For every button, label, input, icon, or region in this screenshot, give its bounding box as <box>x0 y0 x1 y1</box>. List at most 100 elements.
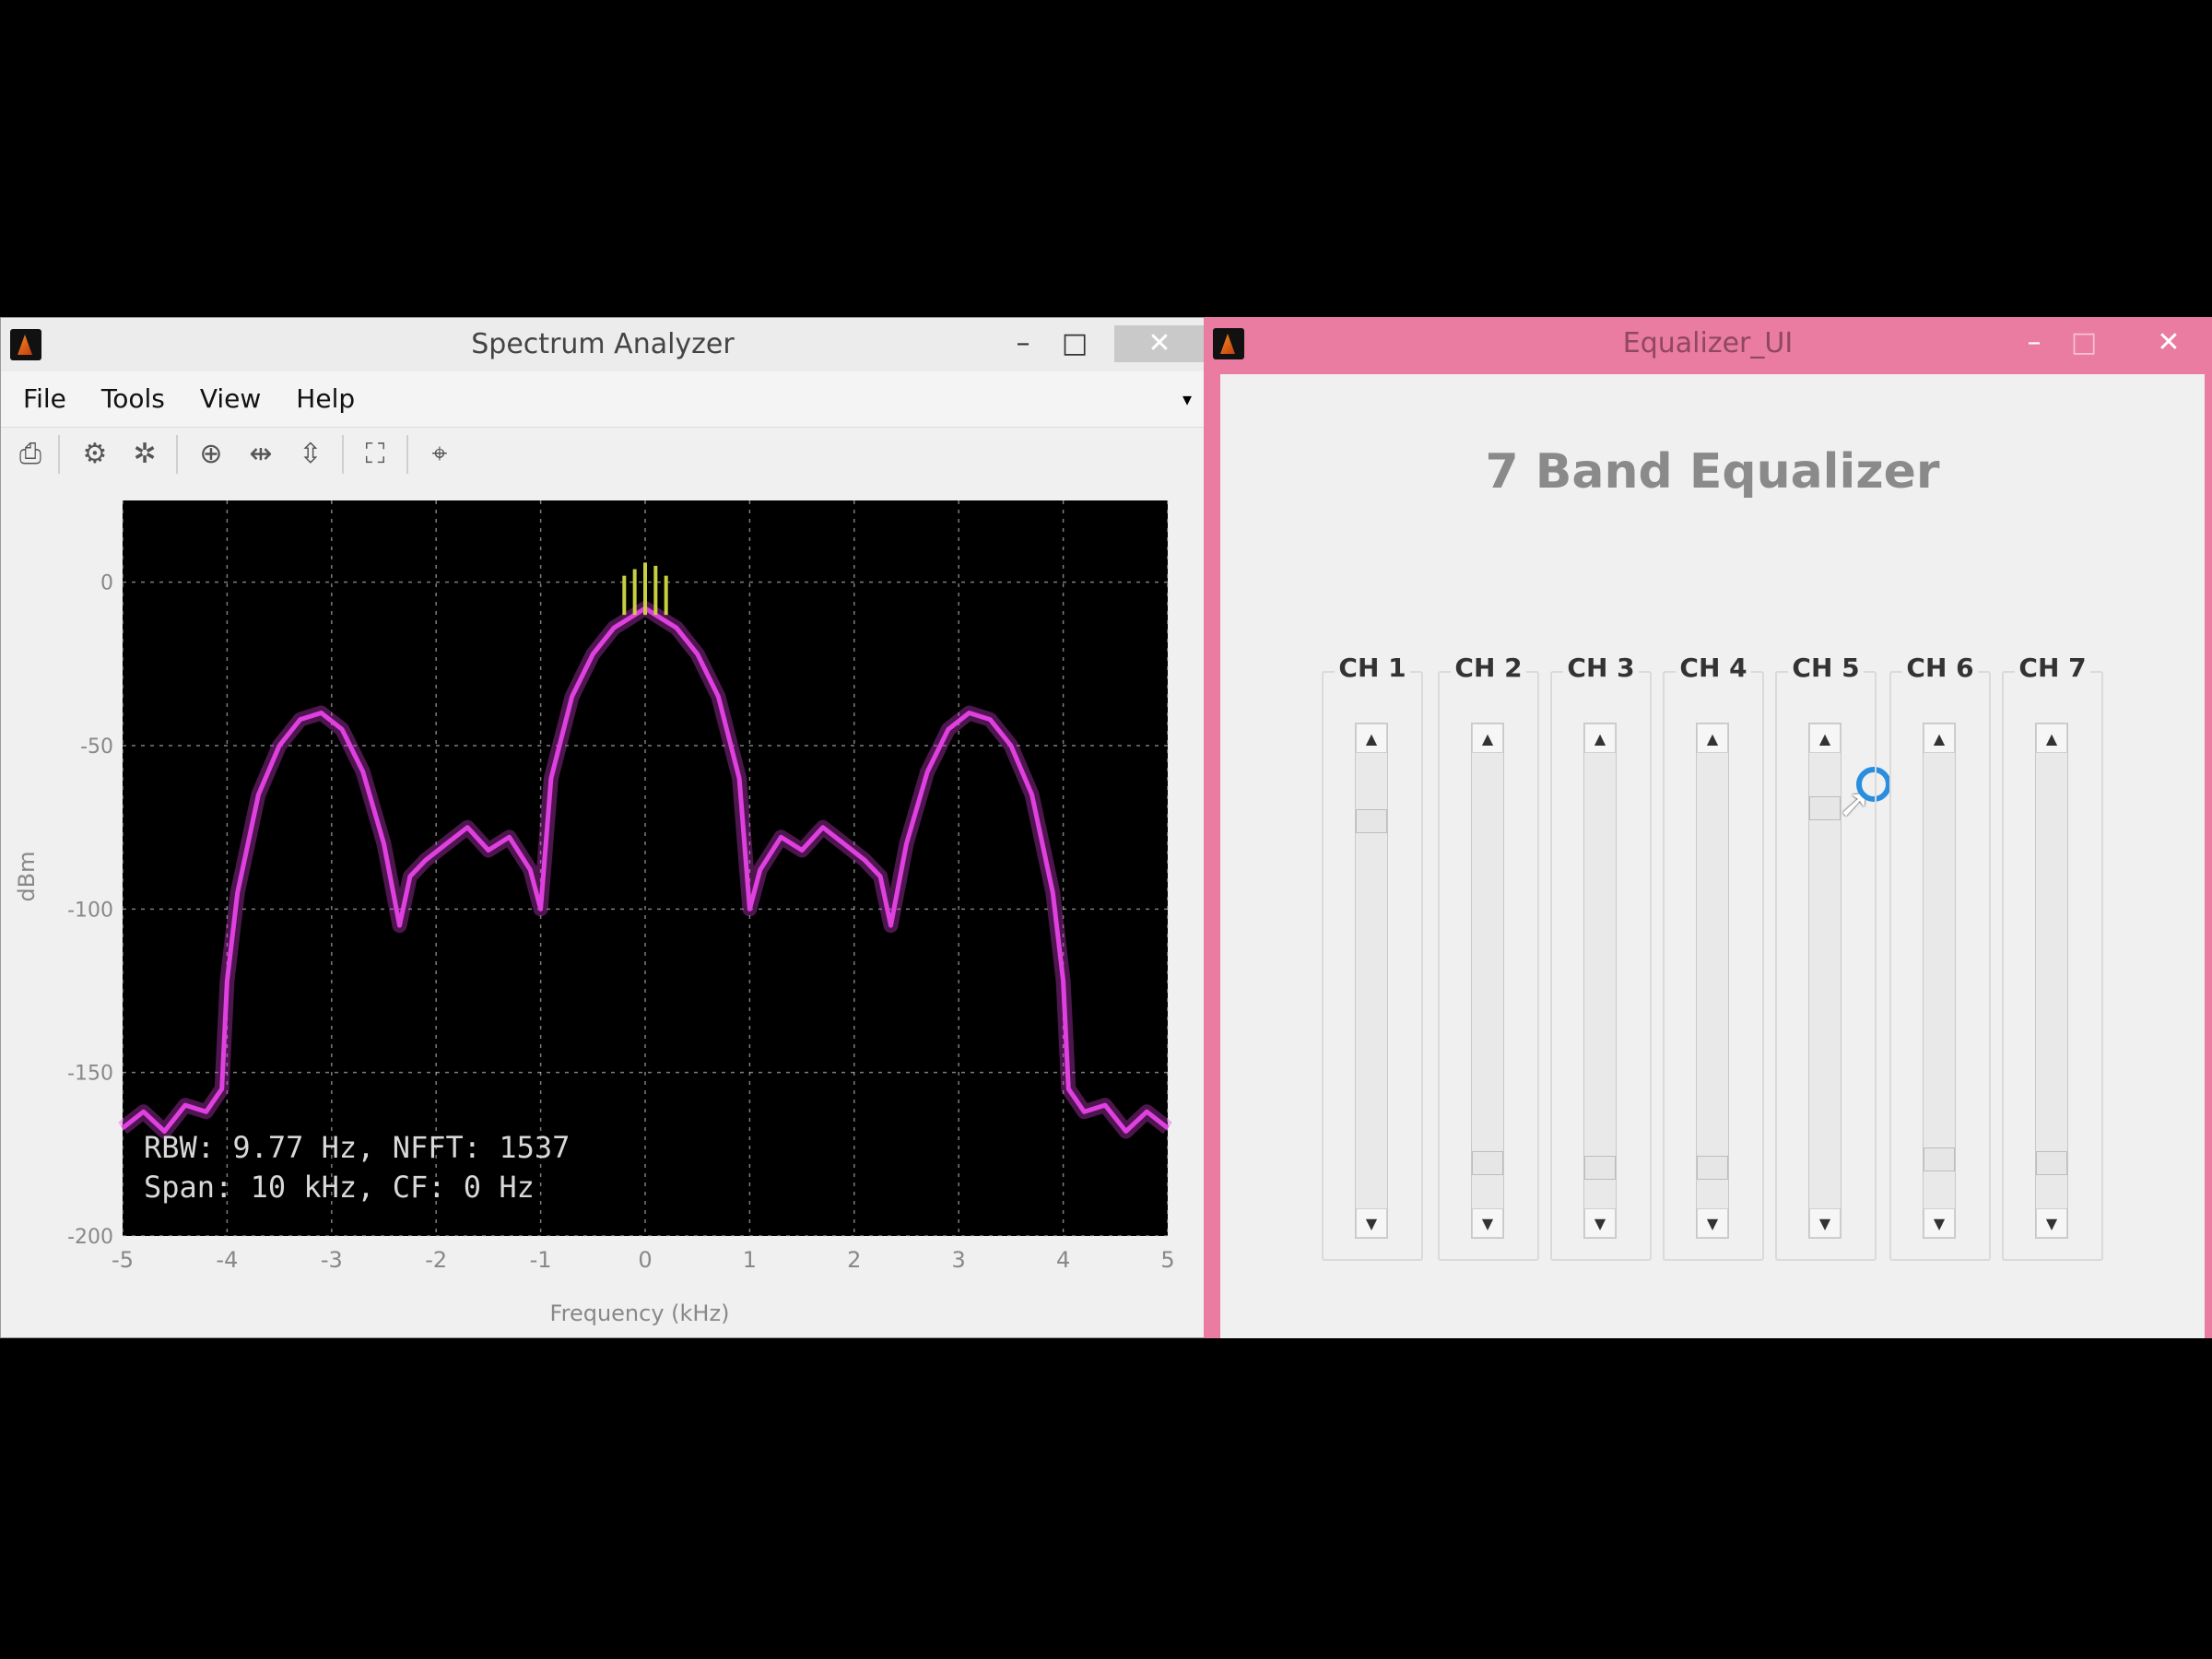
data-cursor-icon[interactable]: ⌖ <box>421 437 458 472</box>
channel-label: CH 6 <box>1891 653 1989 683</box>
x-tick-label: 3 <box>952 1247 966 1273</box>
x-tick-label: -4 <box>216 1247 238 1273</box>
slider-thumb[interactable] <box>1924 1147 1955 1171</box>
slider-down-arrow-icon[interactable]: ▼ <box>1472 1208 1503 1238</box>
settings-icon[interactable]: ⚙ <box>76 437 113 472</box>
slider-thumb[interactable] <box>1472 1151 1503 1176</box>
channel-2-group: CH 2 ▲ ▼ <box>1438 653 1539 1261</box>
channel-7-slider[interactable]: ▲ ▼ <box>2035 723 2068 1239</box>
toolbar-separator <box>58 435 60 474</box>
toolbar-separator <box>406 435 408 474</box>
minimize-button[interactable]: – <box>996 325 1050 362</box>
print-icon[interactable]: ⎙ <box>12 437 49 472</box>
slider-up-arrow-icon[interactable]: ▲ <box>1697 724 1728 753</box>
slider-thumb[interactable] <box>1584 1156 1616 1181</box>
zoom-x-icon[interactable]: ⇹ <box>242 437 279 472</box>
channel-label-text: CH 4 <box>1676 653 1751 683</box>
y-axis-label: dBm <box>14 851 40 901</box>
x-tick-label: -3 <box>321 1247 343 1273</box>
menu-file[interactable]: File <box>23 371 66 427</box>
spectrum-titlebar[interactable]: Spectrum Analyzer – □ ✕ <box>1 318 1205 371</box>
x-tick-label: 5 <box>1160 1247 1174 1273</box>
zoom-in-icon[interactable]: ⊕ <box>193 437 229 472</box>
toolbar-separator <box>342 435 344 474</box>
channel-label-text: CH 2 <box>1451 653 1526 683</box>
slider-down-arrow-icon[interactable]: ▼ <box>1584 1208 1616 1238</box>
channel-label-text: CH 6 <box>1902 653 1978 683</box>
channel-2-slider[interactable]: ▲ ▼ <box>1471 723 1504 1239</box>
toolbar-separator <box>176 435 178 474</box>
slider-down-arrow-icon[interactable]: ▼ <box>1697 1208 1728 1238</box>
annotation-span: Span: 10 kHz, CF: 0 Hz <box>144 1170 535 1205</box>
channel-1-group: CH 1 ▲ ▼ <box>1322 653 1423 1261</box>
channel-3-slider[interactable]: ▲ ▼ <box>1583 723 1617 1239</box>
x-tick-label: 4 <box>1056 1247 1070 1273</box>
channel-label: CH 3 <box>1552 653 1650 683</box>
slider-thumb[interactable] <box>2036 1151 2067 1176</box>
channel-label: CH 5 <box>1777 653 1875 683</box>
x-tick-label: -1 <box>530 1247 552 1273</box>
channel-4-slider[interactable]: ▲ ▼ <box>1696 723 1729 1239</box>
slider-down-arrow-icon[interactable]: ▼ <box>1356 1208 1387 1238</box>
x-tick-label: 1 <box>743 1247 757 1273</box>
close-button[interactable]: ✕ <box>2125 324 2212 361</box>
spectrum-analyzer-window: Spectrum Analyzer – □ ✕ File Tools View Hel… <box>0 317 1206 1338</box>
channel-5-group: CH 5 ▲ ▼ <box>1775 653 1877 1261</box>
equalizer-titlebar[interactable]: Equalizer_UI – □ ✕ <box>1204 317 2212 371</box>
channel-label-text: CH 1 <box>1335 653 1410 683</box>
annotation-rbw: RBW: 9.77 Hz, NFFT: 1537 <box>144 1130 570 1165</box>
spectrum-chart[interactable]: -5 -4 -3 -2 -1 0 1 2 3 4 5 0 -50 -100 -150 -200 RBW: 9.… <box>1 480 1205 1337</box>
autoscale-icon[interactable]: ⛶ <box>357 437 394 472</box>
slider-down-arrow-icon[interactable]: ▼ <box>1809 1208 1841 1238</box>
zoom-y-icon[interactable]: ⇳ <box>292 437 329 472</box>
slider-up-arrow-icon[interactable]: ▲ <box>1809 724 1841 753</box>
channel-label: CH 2 <box>1440 653 1537 683</box>
slider-down-arrow-icon[interactable]: ▼ <box>1924 1208 1955 1238</box>
slider-up-arrow-icon[interactable]: ▲ <box>2036 724 2067 753</box>
channel-4-group: CH 4 ▲ ▼ <box>1663 653 1764 1261</box>
channel-5-slider[interactable]: ▲ ▼ <box>1808 723 1841 1239</box>
channel-7-group: CH 7 ▲ ▼ <box>2002 653 2103 1261</box>
y-tick-label: -100 <box>67 899 113 922</box>
channel-6-group: CH 6 ▲ ▼ <box>1889 653 1991 1261</box>
close-button[interactable]: ✕ <box>1114 325 1205 362</box>
toolbar: ⎙ ⚙ ✲ ⊕ ⇹ ⇳ ⛶ ⌖ <box>1 427 1205 482</box>
slider-thumb[interactable] <box>1697 1156 1728 1181</box>
channel-6-slider[interactable]: ▲ ▼ <box>1923 723 1956 1239</box>
gear-icon[interactable]: ✲ <box>126 437 163 472</box>
x-tick-label: -5 <box>112 1247 134 1273</box>
slider-up-arrow-icon[interactable]: ▲ <box>1472 724 1503 753</box>
channel-label: CH 4 <box>1665 653 1762 683</box>
equalizer-heading: 7 Band Equalizer <box>1485 444 1940 500</box>
slider-thumb[interactable] <box>1356 809 1387 834</box>
slider-thumb[interactable] <box>1809 796 1841 820</box>
x-tick-label: -2 <box>425 1247 447 1273</box>
y-tick-label: -200 <box>67 1226 113 1249</box>
equalizer-window: Equalizer_UI – □ ✕ 7 Band Equalizer ➚ CH… <box>1204 317 2212 1338</box>
channel-label: CH 7 <box>2004 653 2101 683</box>
channel-1-slider[interactable]: ▲ ▼ <box>1355 723 1388 1239</box>
menu-bar: File Tools View Help ▾ <box>1 371 1205 427</box>
slider-up-arrow-icon[interactable]: ▲ <box>1924 724 1955 753</box>
channel-3-group: CH 3 ▲ ▼ <box>1550 653 1652 1261</box>
minimize-button[interactable]: – <box>2007 324 2061 361</box>
channel-label: CH 1 <box>1324 653 1421 683</box>
menu-tools[interactable]: Tools <box>101 371 165 427</box>
menu-overflow-icon[interactable]: ▾ <box>1182 388 1192 410</box>
y-tick-label: 0 <box>100 572 113 595</box>
channel-label-text: CH 5 <box>1788 653 1864 683</box>
plot-area: -5 -4 -3 -2 -1 0 1 2 3 4 5 0 -50 -100 -150 -200 RBW: 9.… <box>1 480 1205 1337</box>
slider-down-arrow-icon[interactable]: ▼ <box>2036 1208 2067 1238</box>
y-tick-label: -150 <box>67 1063 113 1086</box>
slider-up-arrow-icon[interactable]: ▲ <box>1584 724 1616 753</box>
maximize-button[interactable]: □ <box>1048 325 1101 362</box>
x-tick-label: 0 <box>638 1247 652 1273</box>
maximize-button[interactable]: □ <box>2057 324 2111 361</box>
equalizer-panel: 7 Band Equalizer ➚ CH 1 ▲ ▼ CH 2 ▲ ▼ CH 3 ▲ ▼ CH … <box>1220 374 2205 1338</box>
slider-up-arrow-icon[interactable]: ▲ <box>1356 724 1387 753</box>
y-tick-label: -50 <box>80 735 113 759</box>
x-tick-label: 2 <box>847 1247 861 1273</box>
menu-view[interactable]: View <box>200 371 261 427</box>
channel-label-text: CH 7 <box>2015 653 2090 683</box>
menu-help[interactable]: Help <box>296 371 355 427</box>
